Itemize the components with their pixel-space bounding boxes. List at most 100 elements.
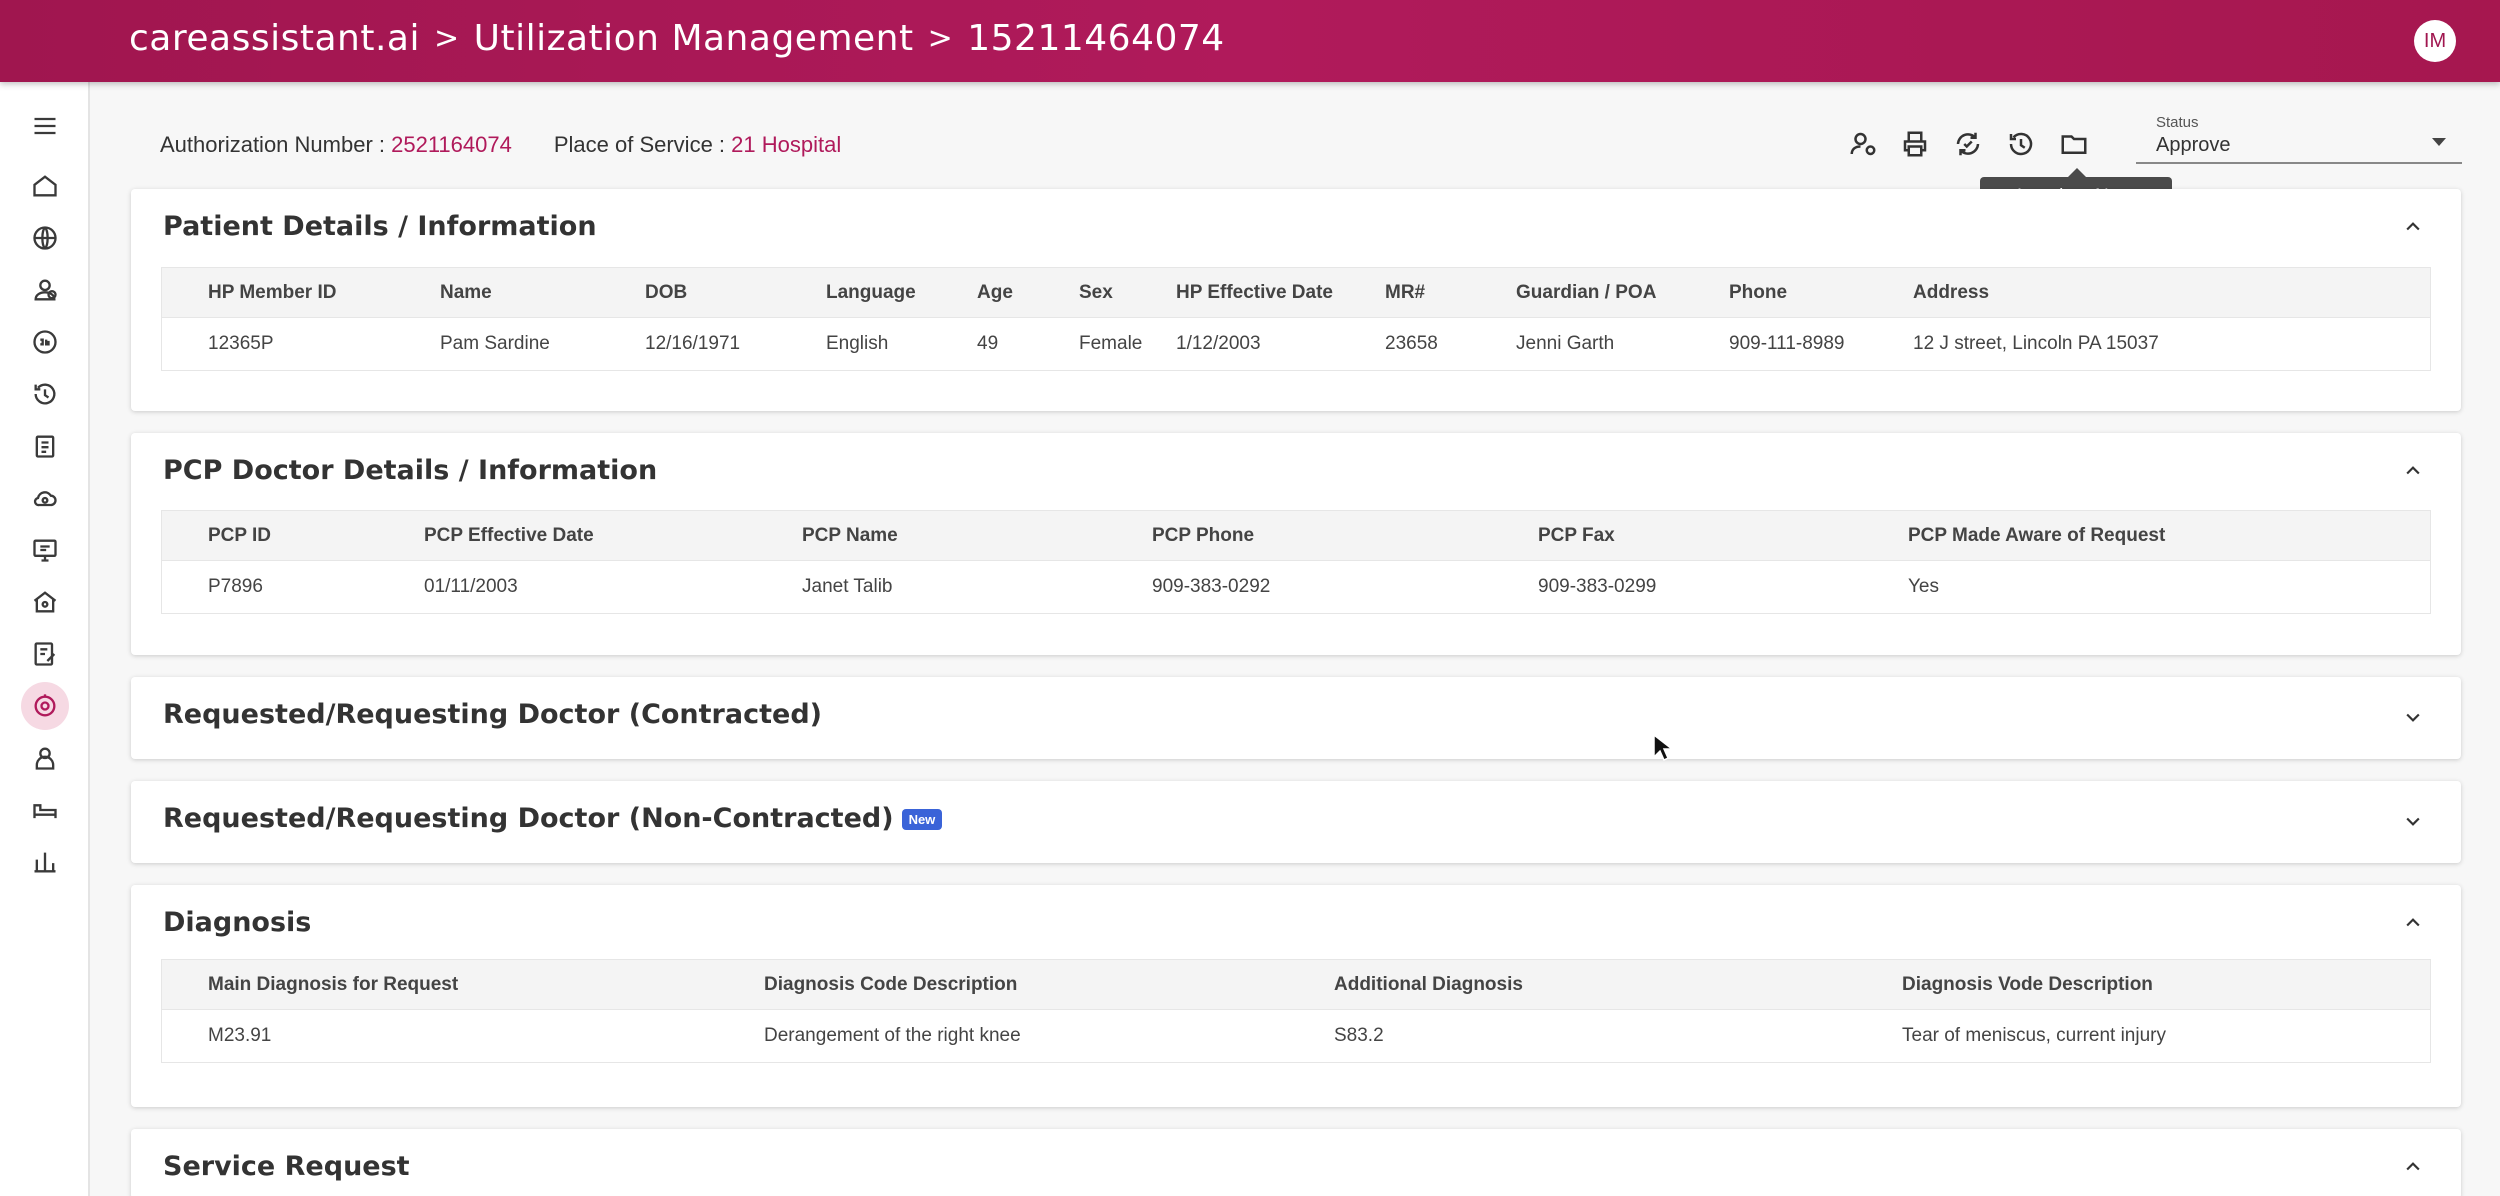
history-icon[interactable] [2004,127,2038,161]
table-header: Main Diagnosis for Request Diagnosis Cod… [162,960,2430,1010]
table-cell: 909-383-0292 [1152,576,1271,597]
table-row: 12365P Pam Sardine 12/16/1971 English 49… [162,318,2430,370]
column-header: Guardian / POA [1516,281,1657,303]
column-header: Additional Diagnosis [1334,973,1523,995]
column-header: PCP ID [208,524,272,546]
chevron-up-icon[interactable] [2403,1157,2423,1177]
table-cell: Female [1079,333,1143,354]
requesting-doctor-contracted-title: Requested/Requesting Doctor (Contracted) [163,699,822,730]
authorization-info: Authorization Number : 2521164074 Place … [160,132,883,158]
column-header: PCP Made Aware of Request [1908,524,2166,546]
table-cell: 12365P [208,333,274,354]
column-header: Main Diagnosis for Request [208,973,459,995]
table-cell: English [826,333,889,354]
column-header: Language [826,281,916,303]
table-cell: Yes [1908,576,1939,597]
patient-details-card: Patient Details / Information HP Member … [131,189,2461,411]
pcp-table: PCP ID PCP Effective Date PCP Name PCP P… [161,510,2431,614]
avatar[interactable]: IM [2414,20,2456,62]
status-value: Approve [2156,134,2231,156]
column-header: HP Effective Date [1176,281,1333,303]
chevron-up-icon[interactable] [2403,217,2423,237]
print-icon[interactable] [1898,127,1932,161]
pcp-details-title: PCP Doctor Details / Information [163,455,658,486]
table-cell: Derangement of the right knee [764,1025,1021,1046]
table-cell: M23.91 [208,1025,272,1046]
history-icon[interactable] [25,374,65,414]
chevron-up-icon[interactable] [2403,461,2423,481]
table-cell: 909-111-8989 [1729,333,1845,354]
service-request-title: Service Request [163,1151,410,1182]
table-cell: 12/16/1971 [645,333,741,354]
chevron-up-icon[interactable] [2403,913,2423,933]
requesting-doctor-noncontracted-card[interactable]: Requested/Requesting Doctor (Non-Contrac… [131,781,2461,863]
breadcrumb-utilization[interactable]: Utilization Management [474,18,914,59]
service-request-card: Service Request [131,1129,2461,1196]
app-header: careassistant.ai > Utilization Managemen… [0,0,2500,82]
column-header: Age [977,281,1013,303]
diagnosis-table: Main Diagnosis for Request Diagnosis Cod… [161,959,2431,1063]
column-header: Name [440,281,492,303]
patient-details-title: Patient Details / Information [163,211,597,242]
folder-icon[interactable] [2057,127,2091,161]
new-badge: New [901,809,943,830]
sync-icon[interactable] [1951,127,1985,161]
column-header: PCP Phone [1152,524,1255,546]
user-settings-icon[interactable] [1846,127,1880,161]
house-icon[interactable] [25,582,65,622]
breadcrumb-separator: > [433,20,460,56]
status-select[interactable]: Status Approve [2136,110,2462,164]
column-header: PCP Effective Date [424,524,594,546]
table-cell: S83.2 [1334,1025,1384,1046]
table-cell: Jenni Garth [1516,333,1615,354]
table-cell: 01/11/2003 [424,576,518,597]
table-cell: 12 J street, Lincoln PA 15037 [1913,333,2159,354]
menu-icon[interactable] [25,106,65,146]
caret-down-icon [2432,138,2446,146]
breadcrumb-brand[interactable]: careassistant.ai [129,18,420,59]
table-cell: 1/12/2003 [1176,333,1261,354]
pcp-details-card: PCP Doctor Details / Information PCP ID … [131,433,2461,655]
view-360-icon[interactable] [25,322,65,362]
table-cell: 909-383-0299 [1538,576,1657,597]
person-icon[interactable] [25,738,65,778]
home-icon[interactable] [25,166,65,206]
table-row: P7896 01/11/2003 Janet Talib 909-383-029… [162,561,2430,613]
column-header: Sex [1079,281,1113,303]
target-icon[interactable] [21,682,69,730]
globe-icon[interactable] [25,218,65,258]
table-header: HP Member ID Name DOB Language Age Sex H… [162,268,2430,318]
table-cell: Janet Talib [802,576,893,597]
clipboard-icon[interactable] [25,426,65,466]
users-icon[interactable] [25,270,65,310]
mouse-cursor-icon [1653,733,1674,762]
monitor-icon[interactable] [25,530,65,570]
column-header: Address [1913,281,1990,303]
column-header: PCP Name [802,524,898,546]
cloud-icon[interactable] [25,478,65,518]
requesting-doctor-contracted-card[interactable]: Requested/Requesting Doctor (Contracted) [131,677,2461,759]
bar-chart-icon[interactable] [25,842,65,882]
edit-note-icon[interactable] [25,634,65,674]
table-cell: Pam Sardine [440,333,550,354]
column-header: Phone [1729,281,1788,303]
chevron-down-icon[interactable] [2403,811,2423,831]
diagnosis-card: Diagnosis Main Diagnosis for Request Dia… [131,885,2461,1107]
requesting-doctor-noncontracted-title: Requested/Requesting Doctor (Non-Contrac… [163,803,943,834]
column-header: MR# [1385,281,1426,303]
breadcrumb-current: 15211464074 [967,17,1225,59]
chevron-down-icon[interactable] [2403,707,2423,727]
breadcrumb: careassistant.ai > Utilization Managemen… [129,14,1225,62]
bed-icon[interactable] [25,790,65,830]
patient-table: HP Member ID Name DOB Language Age Sex H… [161,267,2431,371]
table-cell: Tear of meniscus, current injury [1902,1025,2166,1046]
column-header: HP Member ID [208,281,337,303]
column-header: PCP Fax [1538,524,1615,546]
diagnosis-title: Diagnosis [163,907,312,938]
breadcrumb-separator: > [927,20,954,56]
column-header: DOB [645,281,688,303]
place-of-service: Place of Service : 21 Hospital [553,132,842,157]
status-label: Status [2156,114,2199,131]
column-header: Diagnosis Code Description [764,973,1018,995]
table-cell: P7896 [208,576,263,597]
